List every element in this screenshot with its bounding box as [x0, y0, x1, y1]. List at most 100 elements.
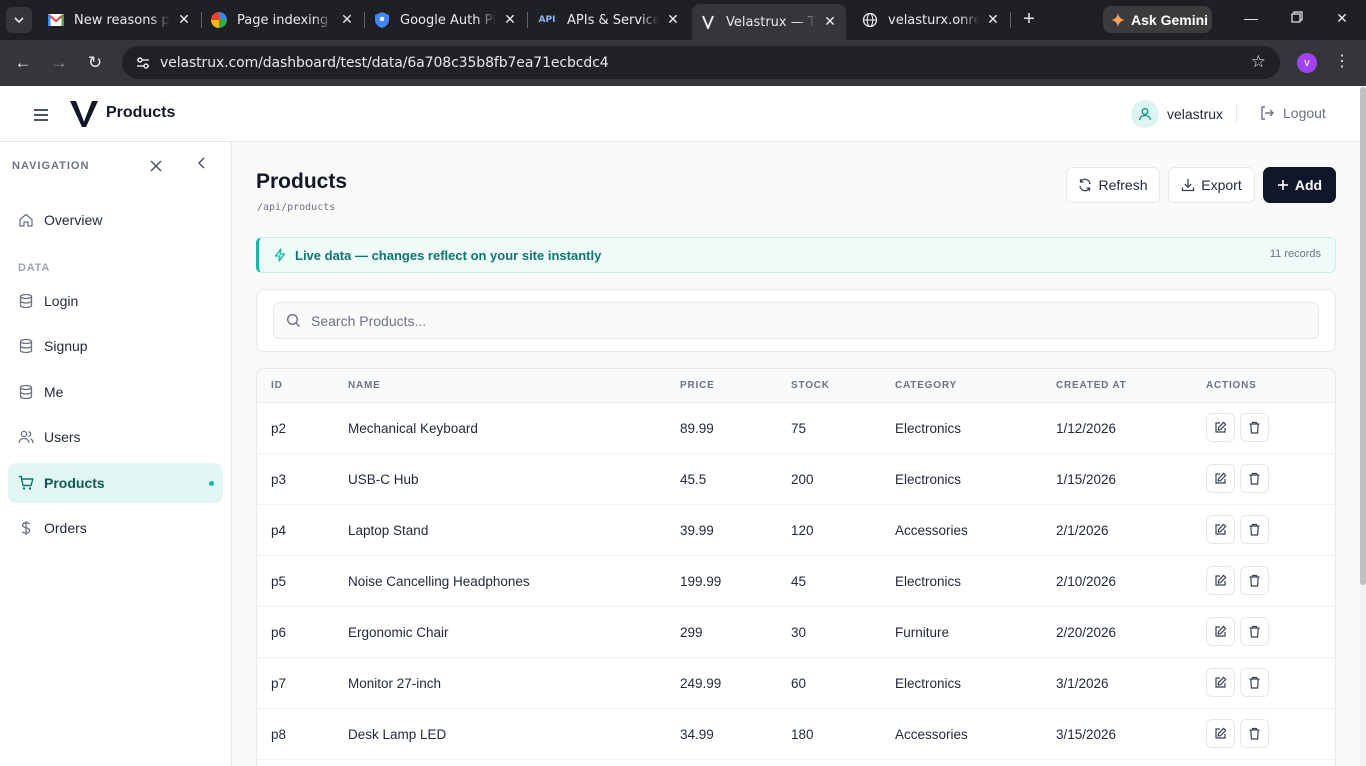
velastrux-logo[interactable] — [68, 99, 100, 129]
close-tab-icon[interactable]: ✕ — [985, 12, 1001, 28]
cell-created-at: 1/15/2026 — [1056, 472, 1117, 487]
column-header-category[interactable]: CATEGORY — [895, 380, 957, 391]
add-button[interactable]: Add — [1263, 167, 1336, 203]
tab-divider — [201, 12, 202, 28]
browser-tab-active[interactable]: Velastrux — Turn ✕ — [692, 4, 846, 40]
back-icon[interactable]: ← — [12, 52, 34, 74]
sidebar-item-overview[interactable]: Overview — [8, 200, 223, 240]
close-tab-icon[interactable]: ✕ — [822, 14, 838, 30]
refresh-button[interactable]: Refresh — [1066, 167, 1160, 203]
sidebar-item-login[interactable]: Login — [8, 281, 223, 321]
search-box[interactable] — [273, 302, 1319, 339]
delete-button[interactable] — [1240, 719, 1269, 748]
logout-button[interactable]: Logout — [1259, 105, 1326, 121]
chevron-left-icon[interactable] — [195, 156, 209, 170]
edit-button[interactable] — [1206, 413, 1235, 442]
column-header-name[interactable]: NAME — [348, 380, 381, 391]
delete-button[interactable] — [1240, 515, 1269, 544]
tab-divider — [364, 12, 365, 28]
sidebar-section-label: DATA — [18, 262, 51, 274]
brand-title: Products — [106, 104, 176, 121]
browser-tab[interactable]: velasturx.onrende ✕ — [854, 4, 1009, 36]
export-button[interactable]: Export — [1168, 167, 1255, 203]
table-row[interactable]: p5 Noise Cancelling Headphones 199.99 45 Ele… — [257, 556, 1335, 607]
download-icon — [1182, 179, 1195, 192]
sidebar-item-users[interactable]: Users — [8, 417, 223, 457]
user-menu[interactable]: velastrux — [1131, 100, 1223, 128]
browser-tab[interactable]: Page indexing ✕ — [203, 4, 363, 36]
cell-name: Noise Cancelling Headphones — [348, 574, 530, 589]
column-header-id[interactable]: ID — [271, 380, 283, 391]
table-row[interactable]: p6 Ergonomic Chair 299 30 Furniture 2/20/2026 — [257, 607, 1335, 658]
delete-button[interactable] — [1240, 566, 1269, 595]
products-table: ID NAME PRICE STOCK CATEGORY CREATED AT … — [256, 368, 1336, 766]
search-input[interactable] — [311, 312, 1291, 329]
close-tab-icon[interactable]: ✕ — [339, 12, 355, 28]
sidebar-item-orders[interactable]: Orders — [8, 508, 223, 548]
table-row[interactable]: p8 Desk Lamp LED 34.99 180 Accessories 3/15/2… — [257, 709, 1335, 760]
close-tab-icon[interactable]: ✕ — [502, 12, 518, 28]
table-row[interactable]: p7 Monitor 27-inch 249.99 60 Electronics 3/1/… — [257, 658, 1335, 709]
close-tab-icon[interactable]: ✕ — [665, 12, 681, 28]
edit-button[interactable] — [1206, 719, 1235, 748]
restore-icon[interactable] — [1287, 10, 1307, 26]
sidebar-item-me[interactable]: Me — [8, 372, 223, 412]
table-row[interactable]: p3 USB-C Hub 45.5 200 Electronics 1/15/2026 — [257, 454, 1335, 505]
tab-title: Velastrux — Turn — [726, 14, 816, 30]
column-header-price[interactable]: PRICE — [680, 380, 715, 391]
site-info-icon[interactable] — [134, 54, 152, 72]
edit-icon — [1215, 625, 1227, 637]
tab-search-button[interactable] — [6, 7, 32, 33]
delete-button[interactable] — [1240, 668, 1269, 697]
edit-button[interactable] — [1206, 668, 1235, 697]
browser-tab[interactable]: New reasons pre ✕ — [40, 4, 200, 36]
new-tab-icon[interactable]: + — [1018, 8, 1040, 30]
forward-icon[interactable]: → — [48, 52, 70, 74]
table-row[interactable]: p2 Mechanical Keyboard 89.99 75 Electronics 1… — [257, 403, 1335, 454]
database-icon — [19, 293, 33, 309]
cell-id: p8 — [271, 727, 287, 742]
profile-avatar[interactable]: v — [1297, 53, 1317, 73]
menu-icon[interactable] — [32, 106, 50, 124]
cell-price: 299 — [680, 625, 703, 640]
close-window-icon[interactable]: ✕ — [1332, 10, 1352, 27]
cell-id: p2 — [271, 421, 287, 436]
browser-tab[interactable]: API APIs & Services – ✕ — [529, 4, 689, 36]
close-tab-icon[interactable]: ✕ — [176, 12, 192, 28]
sidebar-item-signup[interactable]: Signup — [8, 326, 223, 366]
home-icon — [19, 213, 33, 227]
ask-gemini-button[interactable]: Ask Gemini — [1103, 6, 1212, 33]
browser-tab-strip: New reasons pre ✕ Page indexing ✕ Google… — [0, 0, 1366, 40]
page-scrollbar-thumb[interactable] — [1360, 87, 1366, 585]
edit-button[interactable] — [1206, 464, 1235, 493]
minimize-icon[interactable]: — — [1241, 10, 1261, 26]
cell-category: Electronics — [895, 676, 962, 691]
cell-stock: 120 — [791, 523, 814, 538]
live-data-banner: Live data — changes reflect on your site… — [256, 237, 1336, 273]
column-header-actions: ACTIONS — [1206, 380, 1257, 391]
edit-button[interactable] — [1206, 515, 1235, 544]
trash-icon — [1249, 523, 1260, 536]
address-bar[interactable]: velastrux.com/dashboard/test/data/6a708c… — [122, 46, 1280, 79]
sidebar-item-label: Products — [44, 475, 105, 491]
edit-button[interactable] — [1206, 566, 1235, 595]
column-header-created-at[interactable]: CREATED AT — [1056, 380, 1127, 391]
delete-button[interactable] — [1240, 617, 1269, 646]
cell-price: 34.99 — [680, 727, 714, 742]
edit-icon — [1215, 472, 1227, 484]
cell-category: Electronics — [895, 472, 962, 487]
bookmark-star-icon[interactable]: ☆ — [1251, 52, 1266, 72]
browser-tab[interactable]: Google Auth Plat ✕ — [366, 4, 526, 36]
column-header-stock[interactable]: STOCK — [791, 380, 830, 391]
delete-button[interactable] — [1240, 413, 1269, 442]
delete-button[interactable] — [1240, 464, 1269, 493]
cell-stock: 60 — [791, 676, 807, 691]
close-icon[interactable] — [148, 158, 164, 174]
table-row[interactable]: p4 Laptop Stand 39.99 120 Accessories 2/1/202… — [257, 505, 1335, 556]
dollar-icon — [21, 521, 31, 535]
browser-menu-icon[interactable]: ⋮ — [1334, 51, 1350, 73]
sidebar-item-products[interactable]: Products — [8, 463, 223, 503]
cell-price: 89.99 — [680, 421, 714, 436]
reload-icon[interactable]: ↻ — [84, 52, 106, 74]
edit-button[interactable] — [1206, 617, 1235, 646]
